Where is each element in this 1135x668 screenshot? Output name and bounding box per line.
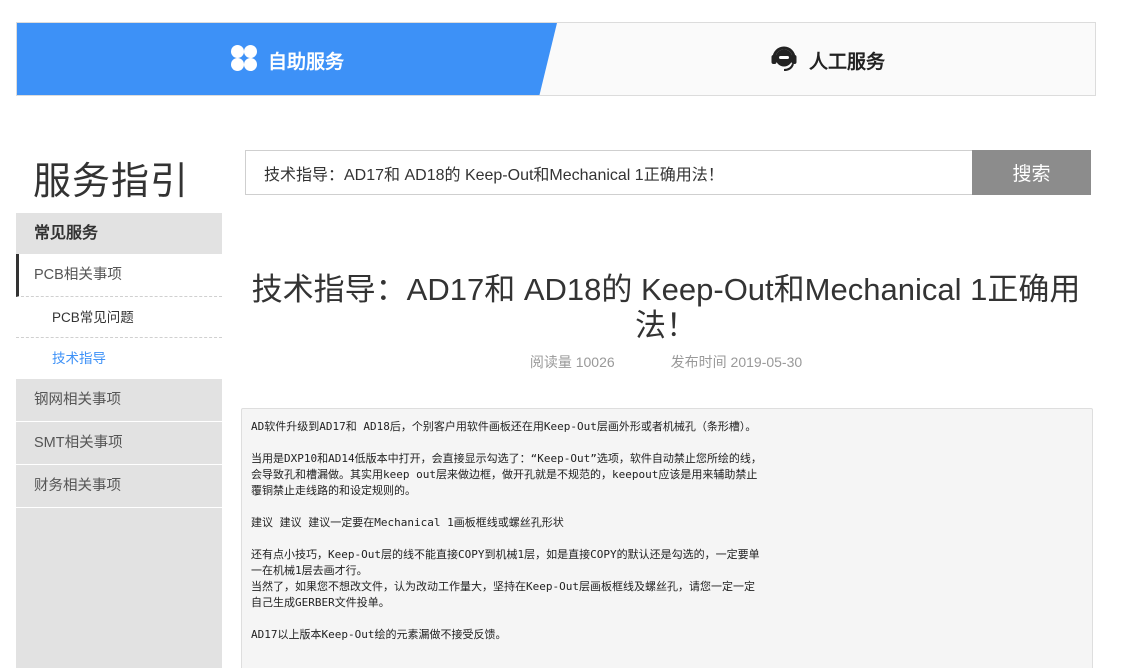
sidebar-subitem-pcb-faq[interactable]: PCB常见问题 — [16, 297, 222, 338]
content-line: 一在机械1层去画才行。 — [251, 564, 368, 577]
page-title: 服务指引 — [33, 161, 190, 203]
sidebar-item-pcb[interactable]: PCB相关事项 — [16, 254, 222, 297]
view-count: 阅读量 10026 — [529, 354, 615, 370]
tab-self-service-label: 自助服务 — [267, 51, 344, 73]
service-tabs: 自助服务 人工服务 — [16, 22, 1096, 96]
content-line: 会导致孔和槽漏做。其实用keep out层来做边框，做开孔就是不规范的，keep… — [251, 468, 758, 481]
sidebar-header: 常见服务 — [34, 225, 99, 242]
content-line: AD17以上版本Keep-Out绘的元素漏做不接受反馈。 — [251, 628, 507, 641]
article-title: 技术指导：AD17和 AD18的 Keep-Out和Mechanical 1正确… — [251, 272, 1081, 343]
tab-manual-service-label: 人工服务 — [808, 51, 885, 73]
headset-icon — [769, 43, 799, 78]
tab-self-service[interactable]: 自助服务 — [17, 23, 557, 96]
content-line: 当用是DXP10和AD14低版本中打开，会直接显示勾选了：“Keep-Out”选… — [251, 452, 762, 465]
content-line: 建议 建议 建议一定要在Mechanical 1画板框线或螺丝孔形状 — [251, 516, 564, 529]
tab-manual-service[interactable]: 人工服务 — [557, 23, 1095, 95]
sidebar-item-finance[interactable]: 财务相关事项 — [16, 465, 222, 508]
content-line: AD软件升级到AD17和 AD18后，个别客户用软件画板还在用Keep-Out层… — [251, 420, 757, 433]
content-line: 还有点小技巧，Keep-Out层的线不能直接COPY到机械1层，如是直接COPY… — [251, 548, 760, 561]
sidebar: 常见服务 PCB相关事项 PCB常见问题 技术指导 钢网相关事项 SMT相关事项… — [16, 213, 222, 668]
sidebar-item-smt[interactable]: SMT相关事项 — [16, 422, 222, 465]
four-petal-icon — [230, 44, 258, 77]
publish-date: 发布时间 2019-05-30 — [670, 354, 803, 370]
article-content: AD软件升级到AD17和 AD18后，个别客户用软件画板还在用Keep-Out层… — [241, 408, 1093, 668]
content-line: 自己生成GERBER文件投单。 — [251, 596, 390, 609]
article-meta: 阅读量 10026 发布时间 2019-05-30 — [240, 352, 1092, 372]
search-input[interactable] — [245, 150, 973, 195]
content-line: 当然了，如果您不想改文件，认为改动工作量大，坚持在Keep-Out层画板框线及螺… — [251, 580, 755, 593]
sidebar-subitem-tech-guide[interactable]: 技术指导 — [16, 338, 222, 379]
sidebar-item-stencil[interactable]: 钢网相关事项 — [16, 379, 222, 422]
search-button[interactable]: 搜索 — [972, 150, 1091, 195]
content-line: 覆铜禁止走线路的和设定规则的。 — [251, 484, 416, 497]
